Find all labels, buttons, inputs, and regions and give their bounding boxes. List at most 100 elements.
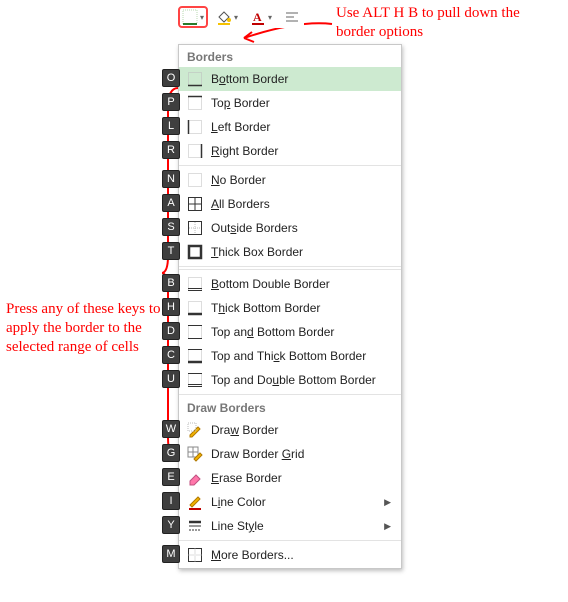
menu-item-border-all[interactable]: AAll Borders	[179, 192, 401, 216]
ribbon-toolbar: ▾ ▾ A ▾	[178, 6, 304, 28]
border-top-dbl-bottom-icon	[187, 372, 203, 388]
menu-item-border-bottom[interactable]: OBottom Border	[179, 67, 401, 91]
menu-item-label: Top and Thick Bottom Border	[211, 347, 393, 365]
menu-item-border-outside[interactable]: SOutside Borders	[179, 216, 401, 240]
keytip-badge: R	[162, 141, 180, 159]
keytip-badge: U	[162, 370, 180, 388]
dropdown-caret-icon: ▾	[268, 13, 272, 22]
borders-dropdown-menu: Borders OBottom BorderPTop BorderLLeft B…	[178, 44, 402, 569]
border-thick-icon	[187, 244, 203, 260]
align-button[interactable]	[280, 6, 304, 28]
keytip-badge: Y	[162, 516, 180, 534]
menu-separator	[179, 540, 401, 541]
menu-item-line-style[interactable]: YLine Style▶	[179, 514, 401, 538]
border-outside-icon	[187, 220, 203, 236]
menu-item-border-top[interactable]: PTop Border	[179, 91, 401, 115]
line-style-icon	[187, 518, 203, 534]
menu-item-label: Thick Box Border	[211, 243, 393, 261]
keytip-badge: G	[162, 444, 180, 462]
menu-item-label: Top and Double Bottom Border	[211, 371, 393, 389]
border-top-icon	[187, 95, 203, 111]
border-none-icon	[187, 172, 203, 188]
eraser-icon	[187, 470, 203, 486]
border-thick-bottom-icon	[187, 300, 203, 316]
annotation-left: Press any of these keys to apply the bor…	[6, 300, 161, 356]
menu-item-label: Outside Borders	[211, 219, 393, 237]
fill-color-button[interactable]: ▾	[212, 6, 242, 28]
pencil-icon	[187, 422, 203, 438]
menu-item-border-top-bottom[interactable]: DTop and Bottom Border	[179, 320, 401, 344]
svg-text:A: A	[253, 10, 262, 24]
menu-item-line-color[interactable]: ILine Color▶	[179, 490, 401, 514]
menu-item-more-borders[interactable]: MMore Borders...	[179, 543, 401, 567]
menu-item-label: Top and Bottom Border	[211, 323, 393, 341]
line-color-icon	[187, 494, 203, 510]
keytip-badge: C	[162, 346, 180, 364]
menu-item-label: Left Border	[211, 118, 393, 136]
keytip-badge: N	[162, 170, 180, 188]
menu-item-label: Line Color	[211, 493, 376, 511]
keytip-badge: L	[162, 117, 180, 135]
border-bottom-icon	[182, 9, 198, 25]
menu-item-pencil-grid[interactable]: GDraw Border Grid	[179, 442, 401, 466]
pencil-grid-icon	[187, 446, 203, 462]
menu-item-eraser[interactable]: EErase Border	[179, 466, 401, 490]
menu-item-label: Bottom Double Border	[211, 275, 393, 293]
menu-item-border-thick[interactable]: TThick Box Border	[179, 240, 401, 264]
keytip-badge: I	[162, 492, 180, 510]
menu-item-label: Top Border	[211, 94, 393, 112]
keytip-badge: O	[162, 69, 180, 87]
border-top-thick-bottom-icon	[187, 348, 203, 364]
menu-item-label: All Borders	[211, 195, 393, 213]
menu-item-border-none[interactable]: NNo Border	[179, 168, 401, 192]
menu-item-label: Bottom Border	[211, 70, 393, 88]
keytip-badge: S	[162, 218, 180, 236]
menu-item-border-top-dbl-bottom[interactable]: UTop and Double Bottom Border	[179, 368, 401, 392]
menu-item-border-top-thick-bottom[interactable]: CTop and Thick Bottom Border	[179, 344, 401, 368]
annotation-top: Use ALT H B to pull down the border opti…	[336, 4, 556, 42]
more-borders-icon	[187, 547, 203, 563]
keytip-badge: T	[162, 242, 180, 260]
menu-separator	[179, 394, 401, 395]
menu-item-label: Thick Bottom Border	[211, 299, 393, 317]
menu-item-border-dbl-bottom[interactable]: BBottom Double Border	[179, 272, 401, 296]
menu-item-label: Draw Border	[211, 421, 393, 439]
submenu-arrow-icon: ▶	[384, 517, 393, 535]
submenu-arrow-icon: ▶	[384, 493, 393, 511]
menu-item-label: More Borders...	[211, 546, 393, 564]
keytip-badge: B	[162, 274, 180, 292]
paint-bucket-icon	[216, 9, 232, 25]
keytip-badge: H	[162, 298, 180, 316]
menu-separator	[179, 165, 401, 166]
keytip-badge: P	[162, 93, 180, 111]
menu-separator	[179, 269, 401, 270]
menu-item-border-thick-bottom[interactable]: HThick Bottom Border	[179, 296, 401, 320]
menu-item-label: Draw Border Grid	[211, 445, 393, 463]
borders-split-button[interactable]: ▾	[178, 6, 208, 28]
border-bottom-icon	[187, 71, 203, 87]
font-color-button[interactable]: A ▾	[246, 6, 276, 28]
menu-separator	[179, 266, 401, 267]
menu-header-draw: Draw Borders	[179, 397, 401, 418]
keytip-badge: D	[162, 322, 180, 340]
border-all-icon	[187, 196, 203, 212]
border-left-icon	[187, 119, 203, 135]
border-dbl-bottom-icon	[187, 276, 203, 292]
menu-item-border-left[interactable]: LLeft Border	[179, 115, 401, 139]
menu-item-label: Erase Border	[211, 469, 393, 487]
border-top-bottom-icon	[187, 324, 203, 340]
keytip-badge: A	[162, 194, 180, 212]
align-icon	[284, 9, 300, 25]
font-color-icon: A	[250, 9, 266, 25]
border-right-icon	[187, 143, 203, 159]
keytip-badge: M	[162, 545, 180, 563]
menu-item-label: Right Border	[211, 142, 393, 160]
keytip-badge: W	[162, 420, 180, 438]
menu-item-border-right[interactable]: RRight Border	[179, 139, 401, 163]
dropdown-caret-icon: ▾	[234, 13, 238, 22]
dropdown-caret-icon: ▾	[200, 13, 204, 22]
menu-item-label: No Border	[211, 171, 393, 189]
menu-header-borders: Borders	[179, 46, 401, 67]
menu-item-pencil[interactable]: WDraw Border	[179, 418, 401, 442]
keytip-badge: E	[162, 468, 180, 486]
